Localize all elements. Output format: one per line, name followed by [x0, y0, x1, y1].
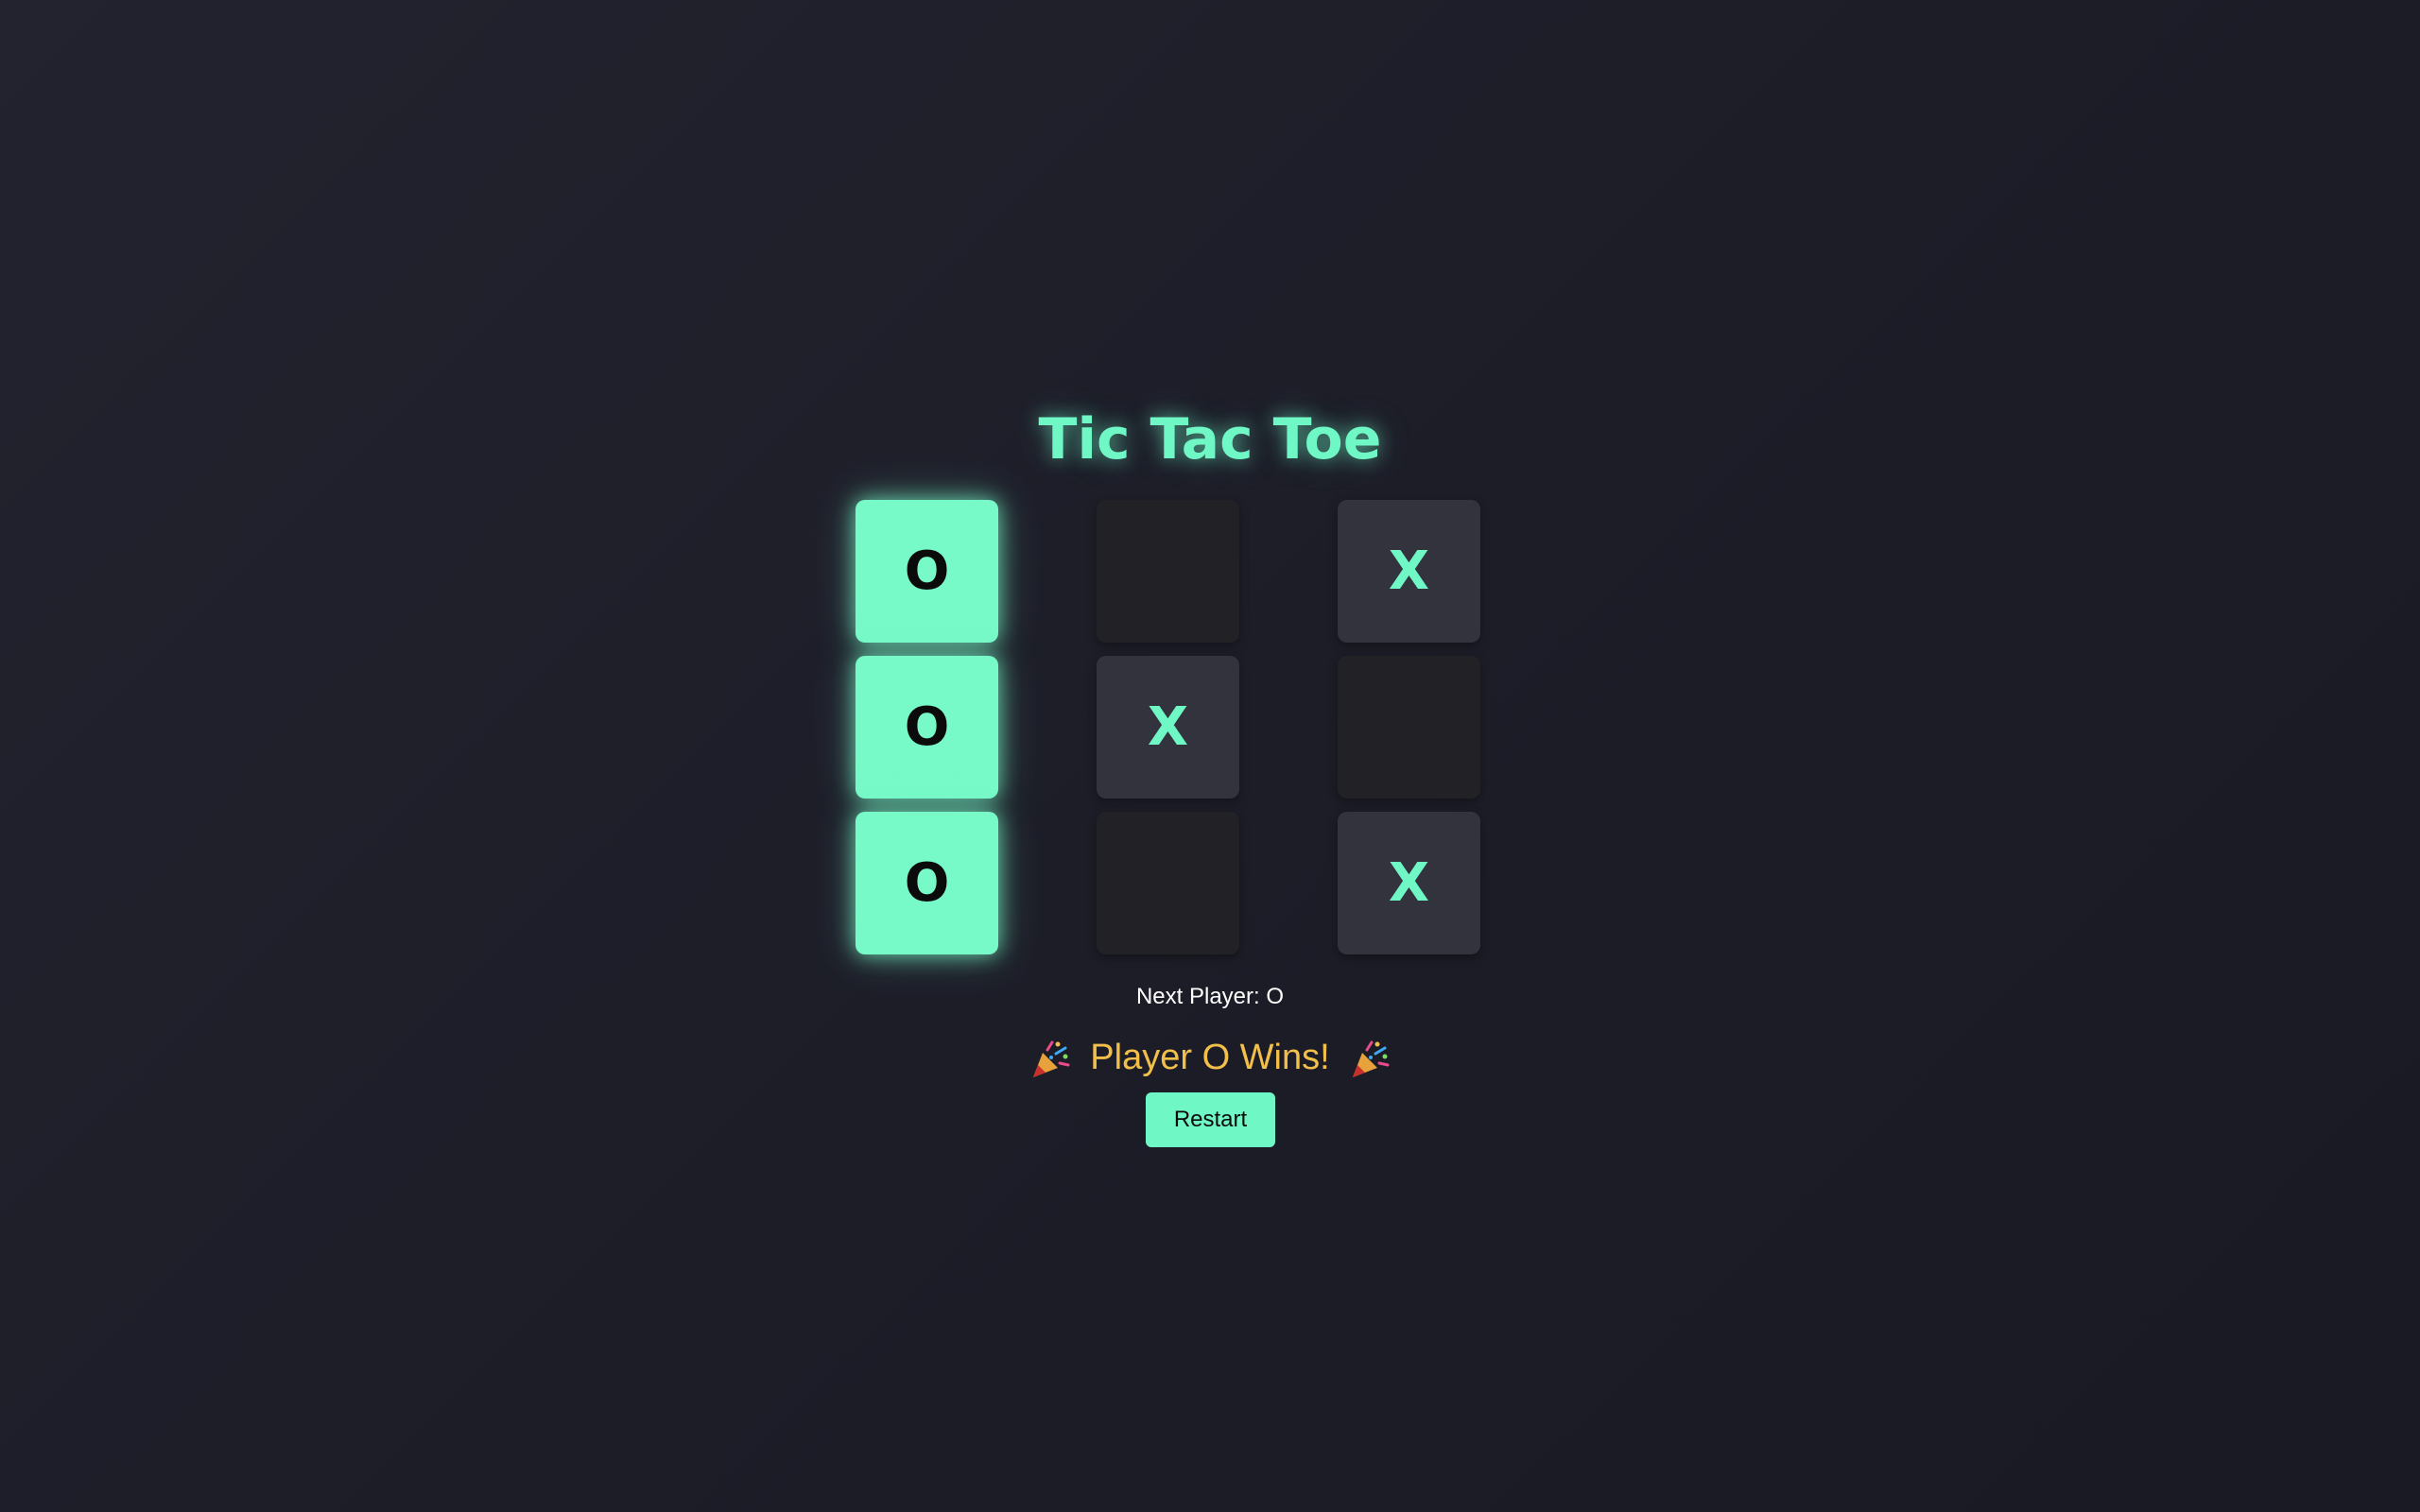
restart-button[interactable]: Restart	[1146, 1092, 1275, 1147]
party-popper-icon	[1032, 1040, 1070, 1077]
board-cell-1-0[interactable]: O	[856, 656, 998, 799]
next-player-status: Next Player: O	[1135, 984, 1285, 1009]
tic-tac-toe-app: Tic Tac Toe O X O X O X Next Player: O P…	[0, 0, 2420, 1512]
board-cell-1-1[interactable]: X	[1097, 656, 1239, 799]
board-cell-2-2[interactable]: X	[1338, 812, 1480, 954]
board-cell-2-0[interactable]: O	[856, 812, 998, 954]
party-popper-icon	[1353, 1040, 1390, 1077]
page-title: Tic Tac Toe	[1038, 406, 1382, 472]
board-cell-0-2[interactable]: X	[1338, 500, 1480, 643]
board-cell-1-2[interactable]	[1338, 656, 1480, 799]
winner-text: Player O Wins!	[1090, 1038, 1330, 1077]
board-cell-0-0[interactable]: O	[856, 500, 998, 643]
board-cell-2-1[interactable]	[1097, 812, 1239, 954]
winner-banner: Player O Wins!	[0, 1034, 2420, 1081]
board-cell-0-1[interactable]	[1097, 500, 1239, 643]
game-board: O X O X O X	[856, 500, 1480, 954]
